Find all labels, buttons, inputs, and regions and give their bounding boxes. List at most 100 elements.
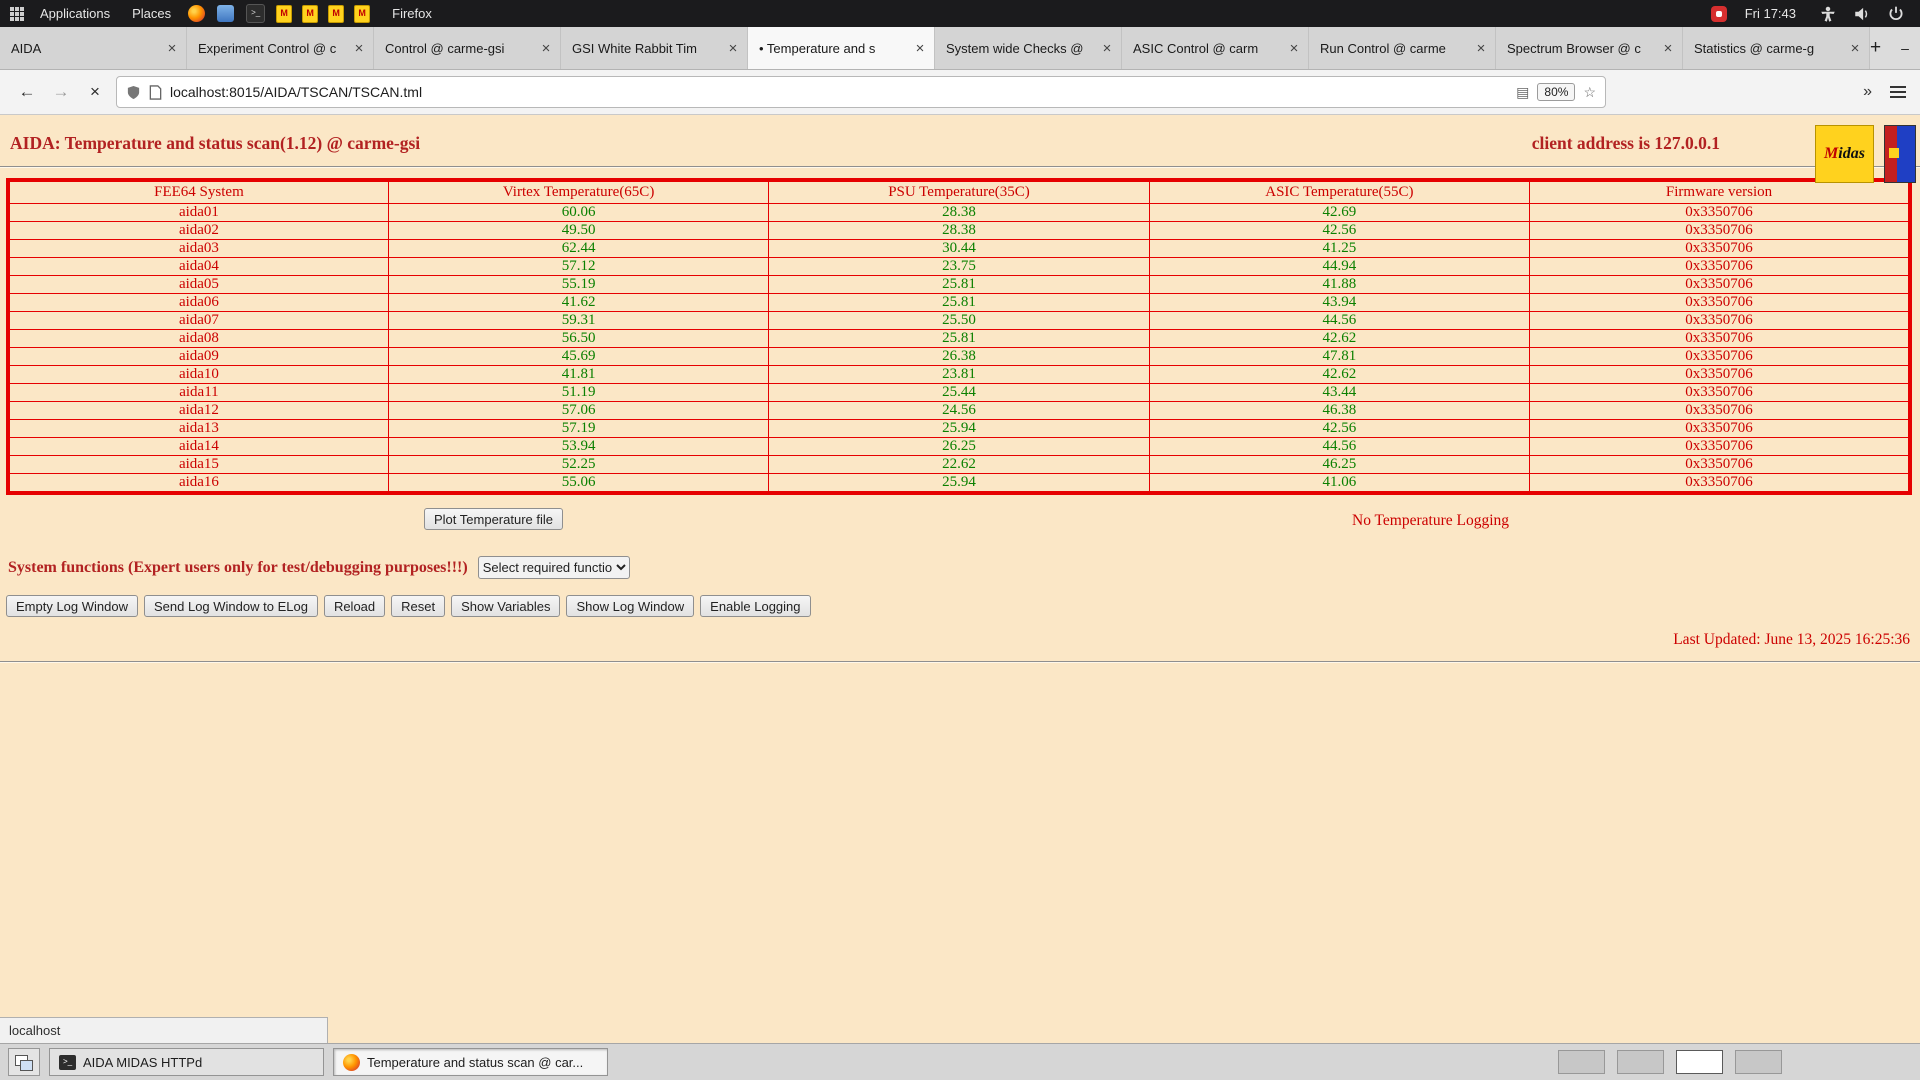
terminal-icon: >_ <box>59 1054 76 1070</box>
tab-bar: AIDA × Experiment Control @ c × Control @ … <box>0 27 1920 70</box>
taskbar-window-temperature-scan[interactable]: Temperature and status scan @ car... <box>333 1048 608 1076</box>
logos: MMidasidas <box>1815 125 1916 183</box>
page-info-icon[interactable] <box>149 84 162 100</box>
power-icon[interactable] <box>1887 5 1905 23</box>
tab-close-icon[interactable]: × <box>162 40 182 57</box>
asic-temp: 43.44 <box>1148 383 1531 402</box>
tab-title: ASIC Control @ carm <box>1133 40 1259 56</box>
system-function-select[interactable]: Select required function <box>477 556 630 579</box>
tab-title: Experiment Control @ c <box>198 40 337 56</box>
psu-temp: 25.81 <box>768 293 1150 312</box>
tab-control[interactable]: Control @ carme-gsi × <box>374 27 561 69</box>
workspace-2[interactable] <box>1617 1050 1664 1074</box>
overflow-chevron-icon[interactable]: » <box>1863 83 1872 101</box>
terminal-app-icon[interactable]: >_ <box>246 4 266 23</box>
virtex-temp: 57.19 <box>387 419 770 438</box>
fee64-name: aida08 <box>7 329 389 348</box>
tab-aida[interactable]: AIDA × <box>0 27 187 69</box>
tab-temperature-scan[interactable]: • Temperature and s × <box>748 27 935 69</box>
reader-mode-icon[interactable]: ▤ <box>1516 84 1529 101</box>
asic-temp: 46.38 <box>1148 401 1531 420</box>
page-viewport: AIDA: Temperature and status scan(1.12) … <box>0 115 1920 1043</box>
tab-close-icon[interactable]: × <box>910 40 930 57</box>
tab-asic-control[interactable]: ASIC Control @ carm × <box>1122 27 1309 69</box>
applications-menu[interactable]: Applications <box>32 6 118 21</box>
tab-experiment-control[interactable]: Experiment Control @ c × <box>187 27 374 69</box>
workspace-1[interactable] <box>1558 1050 1605 1074</box>
midas-app-icon[interactable]: M <box>328 4 345 23</box>
table-row: aida08 56.50 25.81 42.62 0x3350706 <box>7 329 1911 348</box>
tab-title: AIDA <box>11 40 42 56</box>
tab-close-icon[interactable]: × <box>1097 40 1117 57</box>
firmware-version: 0x3350706 <box>1529 275 1911 294</box>
fee64-name: aida16 <box>7 473 389 494</box>
table-row: aida09 45.69 26.38 47.81 0x3350706 <box>7 347 1911 366</box>
volume-icon[interactable] <box>1853 5 1871 23</box>
tab-close-icon[interactable]: × <box>1284 40 1304 57</box>
tab-statistics[interactable]: Statistics @ carme-g × <box>1683 27 1870 69</box>
url-text[interactable]: localhost:8015/AIDA/TSCAN/TSCAN.tml <box>170 84 1508 100</box>
table-row: aida03 62.44 30.44 41.25 0x3350706 <box>7 239 1911 258</box>
gsi-logo <box>1884 125 1916 183</box>
psu-temp: 22.62 <box>768 455 1150 474</box>
empty-log-window-button[interactable]: Empty Log Window <box>6 595 138 617</box>
enable-logging-button[interactable]: Enable Logging <box>700 595 811 617</box>
plot-temperature-button[interactable]: Plot Temperature file <box>424 508 563 530</box>
stop-button[interactable]: × <box>82 82 108 102</box>
tab-close-icon[interactable]: × <box>1658 40 1678 57</box>
url-bar[interactable]: localhost:8015/AIDA/TSCAN/TSCAN.tml ▤ 80… <box>116 76 1606 108</box>
tracking-shield-icon[interactable] <box>126 85 141 100</box>
col-virtex-temperature: Virtex Temperature(65C) <box>387 179 770 204</box>
psu-temp: 25.50 <box>768 311 1150 330</box>
midas-app-icon[interactable]: M <box>276 4 293 23</box>
places-menu[interactable]: Places <box>124 6 179 21</box>
tab-close-icon[interactable]: × <box>349 40 369 57</box>
new-tab-button[interactable]: + <box>1870 27 1881 69</box>
table-row: aida15 52.25 22.62 46.25 0x3350706 <box>7 455 1911 474</box>
firmware-version: 0x3350706 <box>1529 419 1911 438</box>
tab-close-icon[interactable]: × <box>1845 40 1865 57</box>
midas-app-icon[interactable]: M <box>302 4 319 23</box>
reset-button[interactable]: Reset <box>391 595 446 617</box>
menu-hamburger-icon[interactable] <box>1890 86 1906 98</box>
tab-close-icon[interactable]: × <box>723 40 743 57</box>
workspace-4[interactable] <box>1735 1050 1782 1074</box>
firefox-launcher-icon[interactable] <box>188 5 206 22</box>
firmware-version: 0x3350706 <box>1529 329 1911 348</box>
bookmark-star-icon[interactable]: ☆ <box>1583 84 1596 101</box>
tab-close-icon[interactable]: × <box>1471 40 1491 57</box>
system-functions-label: System functions (Expert users only for … <box>8 558 468 576</box>
clock[interactable]: Fri 17:43 <box>1745 6 1796 21</box>
zoom-level-button[interactable]: 80% <box>1537 83 1576 101</box>
tab-white-rabbit[interactable]: GSI White Rabbit Tim × <box>561 27 748 69</box>
back-button[interactable]: ← <box>14 82 40 102</box>
table-header-row: FEE64 System Virtex Temperature(65C) PSU… <box>7 179 1911 204</box>
virtex-temp: 62.44 <box>387 239 770 258</box>
show-log-window-button[interactable]: Show Log Window <box>566 595 695 617</box>
accessibility-icon[interactable] <box>1819 5 1837 23</box>
virtex-temp: 59.31 <box>387 311 770 330</box>
psu-temp: 28.38 <box>768 221 1150 240</box>
tab-run-control[interactable]: Run Control @ carme × <box>1309 27 1496 69</box>
show-variables-button[interactable]: Show Variables <box>451 595 561 617</box>
midas-logo: MMidasidas <box>1815 125 1874 183</box>
files-app-icon[interactable] <box>217 5 235 22</box>
tab-spectrum-browser[interactable]: Spectrum Browser @ c × <box>1496 27 1683 69</box>
reload-button[interactable]: Reload <box>323 595 386 617</box>
forward-button[interactable]: → <box>48 82 74 102</box>
tab-system-checks[interactable]: System wide Checks @ × <box>935 27 1122 69</box>
tab-close-icon[interactable]: × <box>536 40 556 57</box>
asic-temp: 41.25 <box>1148 239 1531 258</box>
midas-app-icon[interactable]: M <box>354 4 371 23</box>
psu-temp: 26.38 <box>768 347 1150 366</box>
minimize-button[interactable]: – <box>1901 40 1909 56</box>
fee64-name: aida09 <box>7 347 389 366</box>
table-row: aida02 49.50 28.38 42.56 0x3350706 <box>7 221 1911 240</box>
workspace-switcher-icon[interactable] <box>8 1048 40 1076</box>
send-log-to-elog-button[interactable]: Send Log Window to ELog <box>144 595 318 617</box>
recorder-indicator-icon[interactable] <box>1710 5 1727 22</box>
workspace-3[interactable] <box>1676 1050 1723 1074</box>
fee64-name: aida02 <box>7 221 389 240</box>
taskbar-window-midas-httpd[interactable]: >_ AIDA MIDAS HTTPd <box>49 1048 324 1076</box>
firmware-version: 0x3350706 <box>1529 203 1911 222</box>
